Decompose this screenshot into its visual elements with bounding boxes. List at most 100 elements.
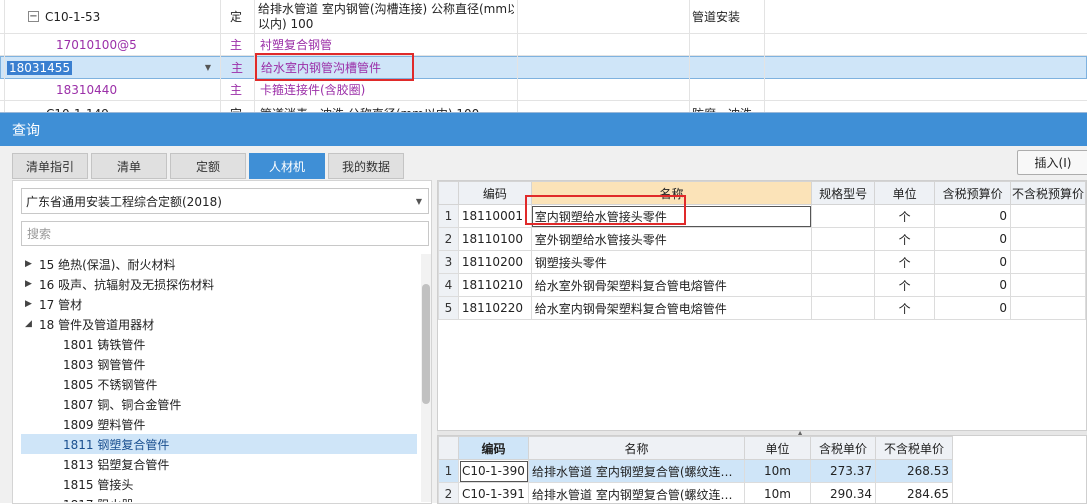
tree-node[interactable]: 1805 不锈钢管件 — [21, 374, 417, 394]
column-header-price-ex[interactable]: 不含税预算价 — [1011, 182, 1086, 205]
column-header-unit[interactable]: 单位 — [745, 437, 811, 460]
row-number: 1 — [439, 460, 459, 483]
tree-node[interactable]: 1813 铝塑复合管件 — [21, 454, 417, 474]
library-value: 广东省通用安装工程综合定额(2018) — [26, 193, 222, 210]
row-type: 主 — [230, 79, 242, 100]
tree-node-selected[interactable]: 1811 钢塑复合管件 — [21, 434, 417, 454]
cell-code[interactable]: 18110001 — [458, 205, 531, 228]
table-row-selected[interactable]: 1 C10-1-390 给排水管道 室内钢塑复合管(螺纹连… 10m 273.3… — [439, 460, 953, 483]
cell-name[interactable]: 室外钢塑给水管接头零件 — [531, 228, 811, 251]
tree-node[interactable]: 1807 铜、铜合金管件 — [21, 394, 417, 414]
cell-code[interactable]: 18110220 — [458, 297, 531, 320]
cell-spec[interactable] — [812, 205, 875, 228]
column-header-price[interactable]: 含税预算价 — [935, 182, 1011, 205]
column-header-spec[interactable]: 规格型号 — [812, 182, 875, 205]
dropdown-arrow-icon[interactable]: ▼ — [205, 63, 211, 72]
cell-name[interactable]: 给水室内钢骨架塑料复合管电熔管件 — [531, 297, 811, 320]
cell-unit[interactable]: 10m — [745, 483, 811, 504]
cell-price[interactable]: 0 — [935, 205, 1011, 228]
cell-code[interactable]: C10-1-390 — [459, 460, 529, 483]
cell-spec[interactable] — [812, 274, 875, 297]
column-header-price-ex[interactable]: 不含税单价 — [876, 437, 953, 460]
tree-node[interactable]: ◢18 管件及管道用器材 — [21, 314, 417, 334]
cell-price-ex[interactable] — [1011, 205, 1086, 228]
cell-unit[interactable]: 个 — [874, 274, 934, 297]
collapse-icon[interactable]: − — [28, 11, 39, 22]
tab-list-guide[interactable]: 清单指引 — [12, 153, 88, 179]
cell-unit[interactable]: 个 — [874, 251, 934, 274]
tree-node[interactable]: 1801 铸铁管件 — [21, 334, 417, 354]
expand-icon[interactable]: ▶ — [25, 279, 39, 289]
cell-unit[interactable]: 个 — [874, 228, 934, 251]
table-row[interactable]: 5 18110220 给水室内钢骨架塑料复合管电熔管件 个 0 — [439, 297, 1086, 320]
cell-unit[interactable]: 个 — [874, 205, 934, 228]
tab-list[interactable]: 清单 — [91, 153, 167, 179]
cell-spec[interactable] — [812, 251, 875, 274]
cell-name[interactable]: 给排水管道 室内钢塑复合管(螺纹连… — [529, 460, 745, 483]
query-dialog: 查询 清单指引 清单 定额 人材机 我的数据 插入(I) 广东省通用安装工程综合… — [0, 112, 1087, 503]
table-row-selected[interactable]: 18031455 ▼ 主 给水室内钢管沟槽管件 — [0, 56, 1087, 79]
cell-name[interactable]: 给排水管道 室内钢塑复合管(螺纹连… — [529, 483, 745, 504]
table-row[interactable]: 2 18110100 室外钢塑给水管接头零件 个 0 — [439, 228, 1086, 251]
column-header-code[interactable]: 编码 — [458, 182, 531, 205]
cell-spec[interactable] — [812, 297, 875, 320]
cell-code[interactable]: 18110100 — [458, 228, 531, 251]
tab-quota[interactable]: 定额 — [170, 153, 246, 179]
tab-labor-material[interactable]: 人材机 — [249, 153, 325, 179]
cell-price[interactable]: 0 — [935, 274, 1011, 297]
code-input[interactable]: 18031455 — [7, 61, 72, 75]
table-row[interactable]: 3 18110200 钢塑接头零件 个 0 — [439, 251, 1086, 274]
cell-price-ex[interactable]: 284.65 — [876, 483, 953, 504]
cell-price[interactable]: 0 — [935, 297, 1011, 320]
cell-price-ex[interactable] — [1011, 274, 1086, 297]
table-row[interactable]: 18310440 主 卡箍连接件(含胶圈) — [0, 79, 1087, 101]
library-select[interactable]: 广东省通用安装工程综合定额(2018) ▼ — [21, 188, 429, 214]
cell-code[interactable]: 18110200 — [458, 251, 531, 274]
row-number: 5 — [439, 297, 459, 320]
dialog-title-bar[interactable]: 查询 — [0, 113, 1087, 146]
scrollbar-thumb[interactable] — [422, 284, 430, 404]
tree-node[interactable]: 1803 钢管管件 — [21, 354, 417, 374]
cell-unit[interactable]: 个 — [874, 297, 934, 320]
tree-node[interactable]: 1809 塑料管件 — [21, 414, 417, 434]
column-header-name[interactable]: 名称 — [529, 437, 745, 460]
row-number: 1 — [439, 205, 459, 228]
cell-price-ex[interactable] — [1011, 297, 1086, 320]
cell-price[interactable]: 0 — [935, 251, 1011, 274]
collapse-icon[interactable]: ◢ — [25, 319, 39, 329]
insert-button[interactable]: 插入(I) — [1017, 150, 1087, 175]
cell-spec[interactable] — [812, 228, 875, 251]
tree-scrollbar[interactable] — [421, 254, 431, 502]
cell-name[interactable]: 钢塑接头零件 — [531, 251, 811, 274]
cell-code[interactable]: 18110210 — [458, 274, 531, 297]
table-row[interactable]: − C10-1-53 定 给排水管道 室内钢管(沟槽连接) 公称直径(mm以内)… — [0, 0, 1087, 34]
chevron-down-icon[interactable]: ▼ — [416, 197, 422, 206]
column-header-price[interactable]: 含税单价 — [811, 437, 876, 460]
cell-unit[interactable]: 10m — [745, 460, 811, 483]
tree-node[interactable]: ▶15 绝热(保温)、耐火材料 — [21, 254, 417, 274]
table-row[interactable]: 4 18110210 给水室外钢骨架塑料复合管电熔管件 个 0 — [439, 274, 1086, 297]
expand-icon[interactable]: ▶ — [25, 299, 39, 309]
tab-my-data[interactable]: 我的数据 — [328, 153, 404, 179]
cell-price-ex[interactable] — [1011, 228, 1086, 251]
search-input[interactable]: 搜索 — [21, 221, 429, 246]
cell-price[interactable]: 0 — [935, 228, 1011, 251]
cell-code[interactable]: C10-1-391 — [459, 483, 529, 504]
row-num-header — [439, 182, 459, 205]
cell-price-ex[interactable] — [1011, 251, 1086, 274]
tree-node[interactable]: ▶16 吸声、抗辐射及无损探伤材料 — [21, 274, 417, 294]
tree-node-label: 17 管材 — [39, 296, 82, 313]
table-row[interactable]: 17010100@5 主 衬塑复合钢管 — [0, 34, 1087, 56]
row-code: 18310440 — [56, 79, 117, 100]
column-header-unit[interactable]: 单位 — [874, 182, 934, 205]
tree-node[interactable]: 1817 阻火器 — [21, 494, 417, 502]
cell-price[interactable]: 273.37 — [811, 460, 876, 483]
tree-node[interactable]: 1815 管接头 — [21, 474, 417, 494]
cell-name[interactable]: 给水室外钢骨架塑料复合管电熔管件 — [531, 274, 811, 297]
cell-price[interactable]: 290.34 — [811, 483, 876, 504]
cell-price-ex[interactable]: 268.53 — [876, 460, 953, 483]
tree-node[interactable]: ▶17 管材 — [21, 294, 417, 314]
table-row[interactable]: 2 C10-1-391 给排水管道 室内钢塑复合管(螺纹连… 10m 290.3… — [439, 483, 953, 504]
expand-icon[interactable]: ▶ — [25, 259, 39, 269]
column-header-code[interactable]: 编码 — [459, 437, 529, 460]
